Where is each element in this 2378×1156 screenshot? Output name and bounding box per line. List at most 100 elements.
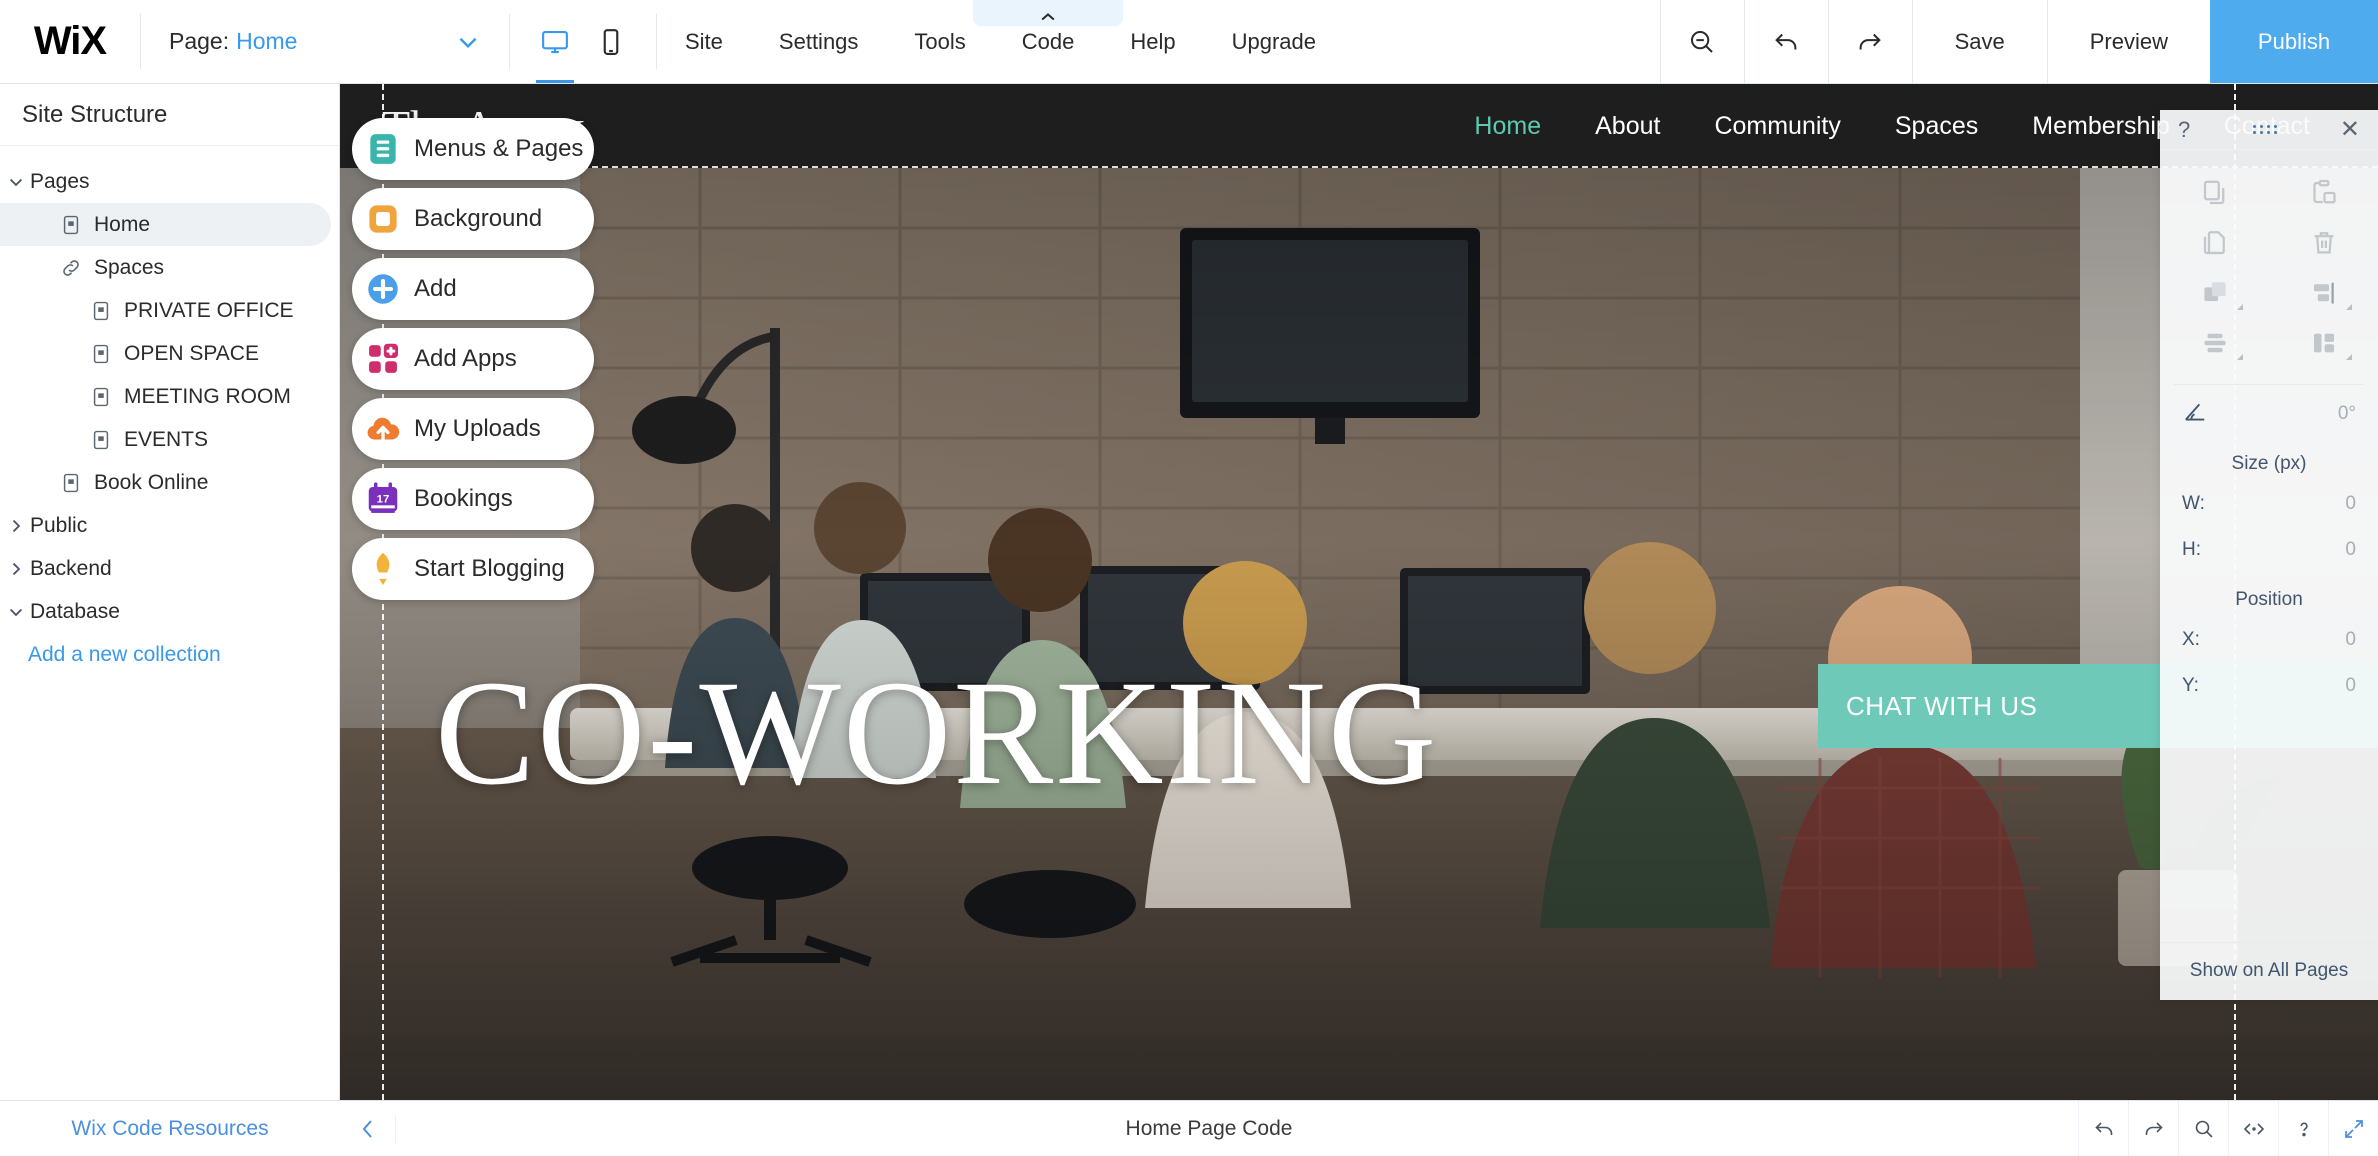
menu-item-help-label: Help — [1130, 28, 1176, 54]
menu-item-help[interactable]: Help — [1102, 0, 1203, 83]
close-icon[interactable]: ✕ — [2340, 117, 2360, 142]
copy-icon[interactable] — [2160, 168, 2269, 218]
properties-divider — [2174, 384, 2364, 385]
chevron-down-icon — [455, 29, 481, 55]
menu-item-site-label: Site — [685, 28, 723, 54]
undo-icon[interactable] — [1743, 0, 1828, 83]
coworking-office-photo — [340, 168, 2378, 1100]
menu-item-code[interactable]: Code — [973, 0, 1124, 83]
desktop-icon[interactable] — [540, 0, 570, 83]
align-icon[interactable] — [2269, 268, 2378, 318]
arrange-icon[interactable] — [2160, 268, 2269, 318]
page-icon — [86, 343, 116, 365]
sidebar-item-label: EVENTS — [124, 427, 209, 451]
sidebar-item-private-office[interactable]: PRIVATE OFFICE — [0, 289, 339, 332]
add-new-collection-link[interactable]: Add a new collection — [0, 633, 339, 677]
save-button-label: Save — [1954, 28, 2005, 54]
sidebar-item-pages[interactable]: Pages — [0, 160, 339, 203]
tool-pill-label: Add — [414, 275, 457, 302]
chevron-right-icon[interactable] — [2, 559, 30, 579]
undo-icon[interactable] — [2078, 1101, 2128, 1156]
position-section-title: Position — [2235, 589, 2303, 610]
wix-code-resources-link[interactable]: Wix Code Resources — [71, 1117, 268, 1141]
position-y-field[interactable]: Y: 0 — [2160, 663, 2378, 709]
properties-panel-header: ? ✕ — [2160, 110, 2378, 150]
publish-button[interactable]: Publish — [2210, 0, 2378, 83]
tool-pill-add[interactable]: Add — [352, 258, 594, 320]
match-size-icon[interactable] — [2269, 318, 2378, 368]
site-nav-item-spaces[interactable]: Spaces — [1895, 112, 1978, 141]
question-mark-icon[interactable] — [2278, 1101, 2328, 1156]
sidebar-item-database[interactable]: Database — [0, 590, 339, 633]
height-field[interactable]: H: 0 — [2160, 527, 2378, 573]
chevron-down-icon[interactable] — [2, 602, 30, 622]
show-on-all-pages-button[interactable]: Show on All Pages — [2160, 942, 2378, 1000]
preview-button[interactable]: Preview — [2046, 0, 2210, 83]
height-label: H: — [2182, 539, 2201, 560]
background-icon — [352, 200, 414, 238]
redo-icon[interactable] — [1827, 0, 1912, 83]
sidebar-item-open-space[interactable]: OPEN SPACE — [0, 332, 339, 375]
top-toolbar: WiX Page: Home Site Settings Tools Code … — [0, 0, 2378, 84]
zoom-out-icon[interactable] — [1659, 0, 1744, 83]
menu-item-upgrade[interactable]: Upgrade — [1204, 0, 1344, 83]
chevron-right-icon[interactable] — [2, 516, 30, 536]
main-menu: Site Settings Tools Code Help Upgrade — [657, 0, 1344, 83]
page-icon — [56, 472, 86, 494]
question-mark-icon[interactable]: ? — [2178, 117, 2190, 143]
match-size-corner-arrow — [2346, 354, 2352, 360]
wix-logo[interactable]: WiX — [0, 0, 140, 83]
preview-button-label: Preview — [2089, 28, 2168, 54]
sidebar-item-label: MEETING ROOM — [124, 384, 291, 408]
sidebar-item-book-online[interactable]: Book Online — [0, 461, 339, 504]
site-nav-item-membership[interactable]: Membership — [2032, 112, 2170, 141]
site-structure-sidebar: Site Structure Pages Home Spaces PRIVATE OF… — [0, 84, 340, 1156]
trash-icon[interactable] — [2269, 218, 2378, 268]
angle-value: 0° — [2337, 403, 2356, 424]
site-header[interactable]: The Annex HomeAboutCommunitySpacesMember… — [340, 84, 2378, 168]
menu-item-settings[interactable]: Settings — [751, 0, 887, 83]
mobile-icon[interactable] — [596, 0, 626, 83]
width-value: 0 — [2345, 493, 2356, 514]
duplicate-icon[interactable] — [2160, 218, 2269, 268]
code-panel-title: Home Page Code — [1125, 1116, 1293, 1140]
distribute-icon[interactable] — [2160, 318, 2269, 368]
sidebar-item-public[interactable]: Public — [0, 504, 339, 547]
properties-action-grid — [2160, 150, 2378, 378]
tool-pill-start-blogging[interactable]: Start Blogging — [352, 538, 594, 600]
tool-pill-add-apps[interactable]: Add Apps — [352, 328, 594, 390]
hero-section[interactable]: CO-WORKING — [340, 168, 2378, 1100]
sidebar-item-home[interactable]: Home — [0, 203, 331, 246]
page-selector[interactable]: Page: Home — [141, 0, 509, 83]
chevron-down-icon[interactable] — [2, 172, 30, 192]
tool-pill-label: Start Blogging — [414, 555, 565, 582]
search-icon[interactable] — [2178, 1101, 2228, 1156]
tool-pill-bookings[interactable]: 17 Bookings — [352, 468, 594, 530]
link-icon — [56, 257, 86, 279]
drag-dots-icon[interactable] — [2252, 125, 2278, 134]
site-nav-item-home[interactable]: Home — [1474, 112, 1541, 141]
save-button[interactable]: Save — [1911, 0, 2047, 83]
code-format-icon[interactable] — [2228, 1101, 2278, 1156]
paste-icon[interactable] — [2269, 168, 2378, 218]
sidebar-item-events[interactable]: EVENTS — [0, 418, 339, 461]
angle-row[interactable]: 0° — [2160, 391, 2378, 437]
menu-item-site[interactable]: Site — [657, 0, 751, 83]
sidebar-item-backend[interactable]: Backend — [0, 547, 339, 590]
device-switcher — [510, 0, 656, 83]
site-nav-item-community[interactable]: Community — [1714, 112, 1840, 141]
tool-pill-menus-pages[interactable]: Menus & Pages — [352, 118, 594, 180]
sidebar-footer: Wix Code Resources — [0, 1100, 340, 1156]
sidebar-item-spaces[interactable]: Spaces — [0, 246, 339, 289]
tool-pill-background[interactable]: Background — [352, 188, 594, 250]
width-label: W: — [2182, 493, 2205, 514]
sidebar-item-meeting-room[interactable]: MEETING ROOM — [0, 375, 339, 418]
tool-pill-my-uploads[interactable]: My Uploads — [352, 398, 594, 460]
expand-icon[interactable] — [2328, 1101, 2378, 1156]
site-canvas[interactable]: CO-WORKING The Annex HomeAboutCommunityS… — [340, 84, 2378, 1100]
code-panel-toggle-tab[interactable] — [973, 0, 1124, 26]
width-field[interactable]: W: 0 — [2160, 481, 2378, 527]
redo-icon[interactable] — [2128, 1101, 2178, 1156]
site-nav-item-about[interactable]: About — [1595, 112, 1660, 141]
position-x-field[interactable]: X: 0 — [2160, 617, 2378, 663]
